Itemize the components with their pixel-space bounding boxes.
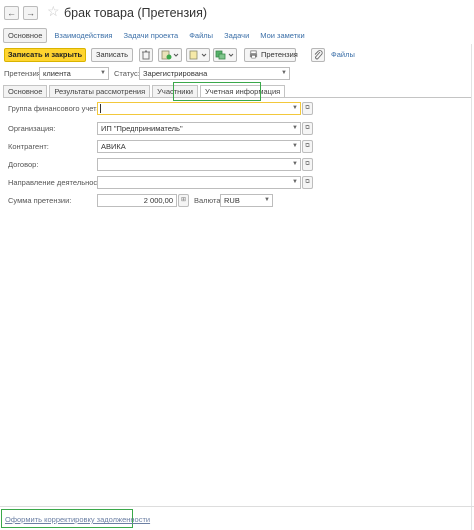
chevron-down-icon[interactable]: ▼ bbox=[290, 103, 300, 114]
tab-project-tasks[interactable]: Задачи проекта bbox=[120, 29, 183, 42]
related-docs-button[interactable] bbox=[158, 48, 182, 62]
adjust-debt-link[interactable]: Оформить корректировку задолженности bbox=[5, 515, 150, 524]
create-based-on-button[interactable] bbox=[186, 48, 210, 62]
currency-label: Валюта: bbox=[194, 196, 223, 205]
status-field[interactable]: Зарегистрирована bbox=[139, 67, 290, 80]
organization-field[interactable]: ИП "Предприниматель" bbox=[97, 122, 301, 135]
claim-type-label: Претензия: bbox=[4, 69, 43, 78]
chevron-down-icon[interactable]: ▼ bbox=[290, 141, 300, 152]
open-icon[interactable]: ⧉ bbox=[302, 176, 313, 189]
open-icon[interactable]: ⧉ bbox=[302, 140, 313, 153]
tab-my-notes[interactable]: Мои заметки bbox=[256, 29, 308, 42]
tab-main[interactable]: Основное bbox=[3, 27, 48, 43]
amount-field[interactable]: 2 000,00 bbox=[97, 194, 177, 207]
print-claim-button[interactable]: Претензия bbox=[244, 48, 298, 62]
printer-icon bbox=[249, 50, 258, 59]
chevron-down-icon[interactable]: ▼ bbox=[262, 195, 272, 206]
documents-icon bbox=[161, 50, 179, 60]
contract-field[interactable] bbox=[97, 158, 301, 171]
text-cursor bbox=[100, 104, 101, 113]
arrow-right-icon: → bbox=[26, 8, 35, 18]
organization-label: Организация: bbox=[8, 124, 56, 133]
page-title: брак товара (Претензия) bbox=[64, 6, 208, 20]
fin-group-field[interactable] bbox=[97, 102, 301, 115]
top-nav: Основное Взаимодействия Задачи проекта Ф… bbox=[3, 27, 312, 43]
open-icon[interactable]: ⧉ bbox=[302, 158, 313, 171]
tab-tasks[interactable]: Задачи bbox=[220, 29, 253, 42]
document-plus-icon bbox=[189, 50, 207, 60]
save-and-close-button[interactable]: Записать и закрыть bbox=[4, 48, 86, 62]
open-icon[interactable]: ⧉ bbox=[302, 102, 313, 115]
direction-field[interactable] bbox=[97, 176, 301, 189]
delete-button[interactable] bbox=[139, 48, 153, 62]
tab-files[interactable]: Файлы bbox=[185, 29, 217, 42]
trash-icon bbox=[142, 50, 150, 60]
contractor-label: Контрагент: bbox=[8, 142, 49, 151]
structure-button[interactable] bbox=[213, 48, 237, 62]
highlight-frame-tab bbox=[173, 82, 261, 101]
paperclip-icon bbox=[314, 50, 323, 60]
chevron-down-icon[interactable]: ▼ bbox=[98, 68, 108, 79]
direction-label: Направление деятельности: bbox=[8, 178, 107, 187]
files-link[interactable]: Файлы bbox=[331, 50, 355, 59]
contract-label: Договор: bbox=[8, 160, 39, 169]
chevron-down-icon[interactable]: ▼ bbox=[290, 123, 300, 134]
status-label: Статус: bbox=[114, 69, 140, 78]
contractor-field[interactable]: АВИКА bbox=[97, 140, 301, 153]
save-button[interactable]: Записать bbox=[91, 48, 133, 62]
print-claim-label: Претензия bbox=[261, 50, 298, 59]
hierarchy-icon bbox=[215, 50, 234, 60]
chevron-down-icon[interactable]: ▼ bbox=[290, 159, 300, 170]
favorite-star-icon[interactable]: ☆ bbox=[47, 3, 60, 19]
fin-group-label: Группа финансового учета: bbox=[8, 104, 103, 113]
amount-label: Сумма претензии: bbox=[8, 196, 72, 205]
chevron-down-icon[interactable]: ▼ bbox=[290, 177, 300, 188]
footer-divider bbox=[0, 506, 474, 507]
calculator-icon[interactable]: ⊞ bbox=[178, 194, 189, 207]
forward-button[interactable]: → bbox=[23, 6, 38, 20]
back-button[interactable]: ← bbox=[4, 6, 19, 20]
chevron-down-icon[interactable]: ▼ bbox=[279, 68, 289, 79]
window-border bbox=[471, 44, 472, 530]
tab-interactions[interactable]: Взаимодействия bbox=[50, 29, 116, 42]
attach-button[interactable] bbox=[311, 48, 325, 62]
open-icon[interactable]: ⧉ bbox=[302, 122, 313, 135]
arrow-left-icon: ← bbox=[7, 8, 16, 18]
